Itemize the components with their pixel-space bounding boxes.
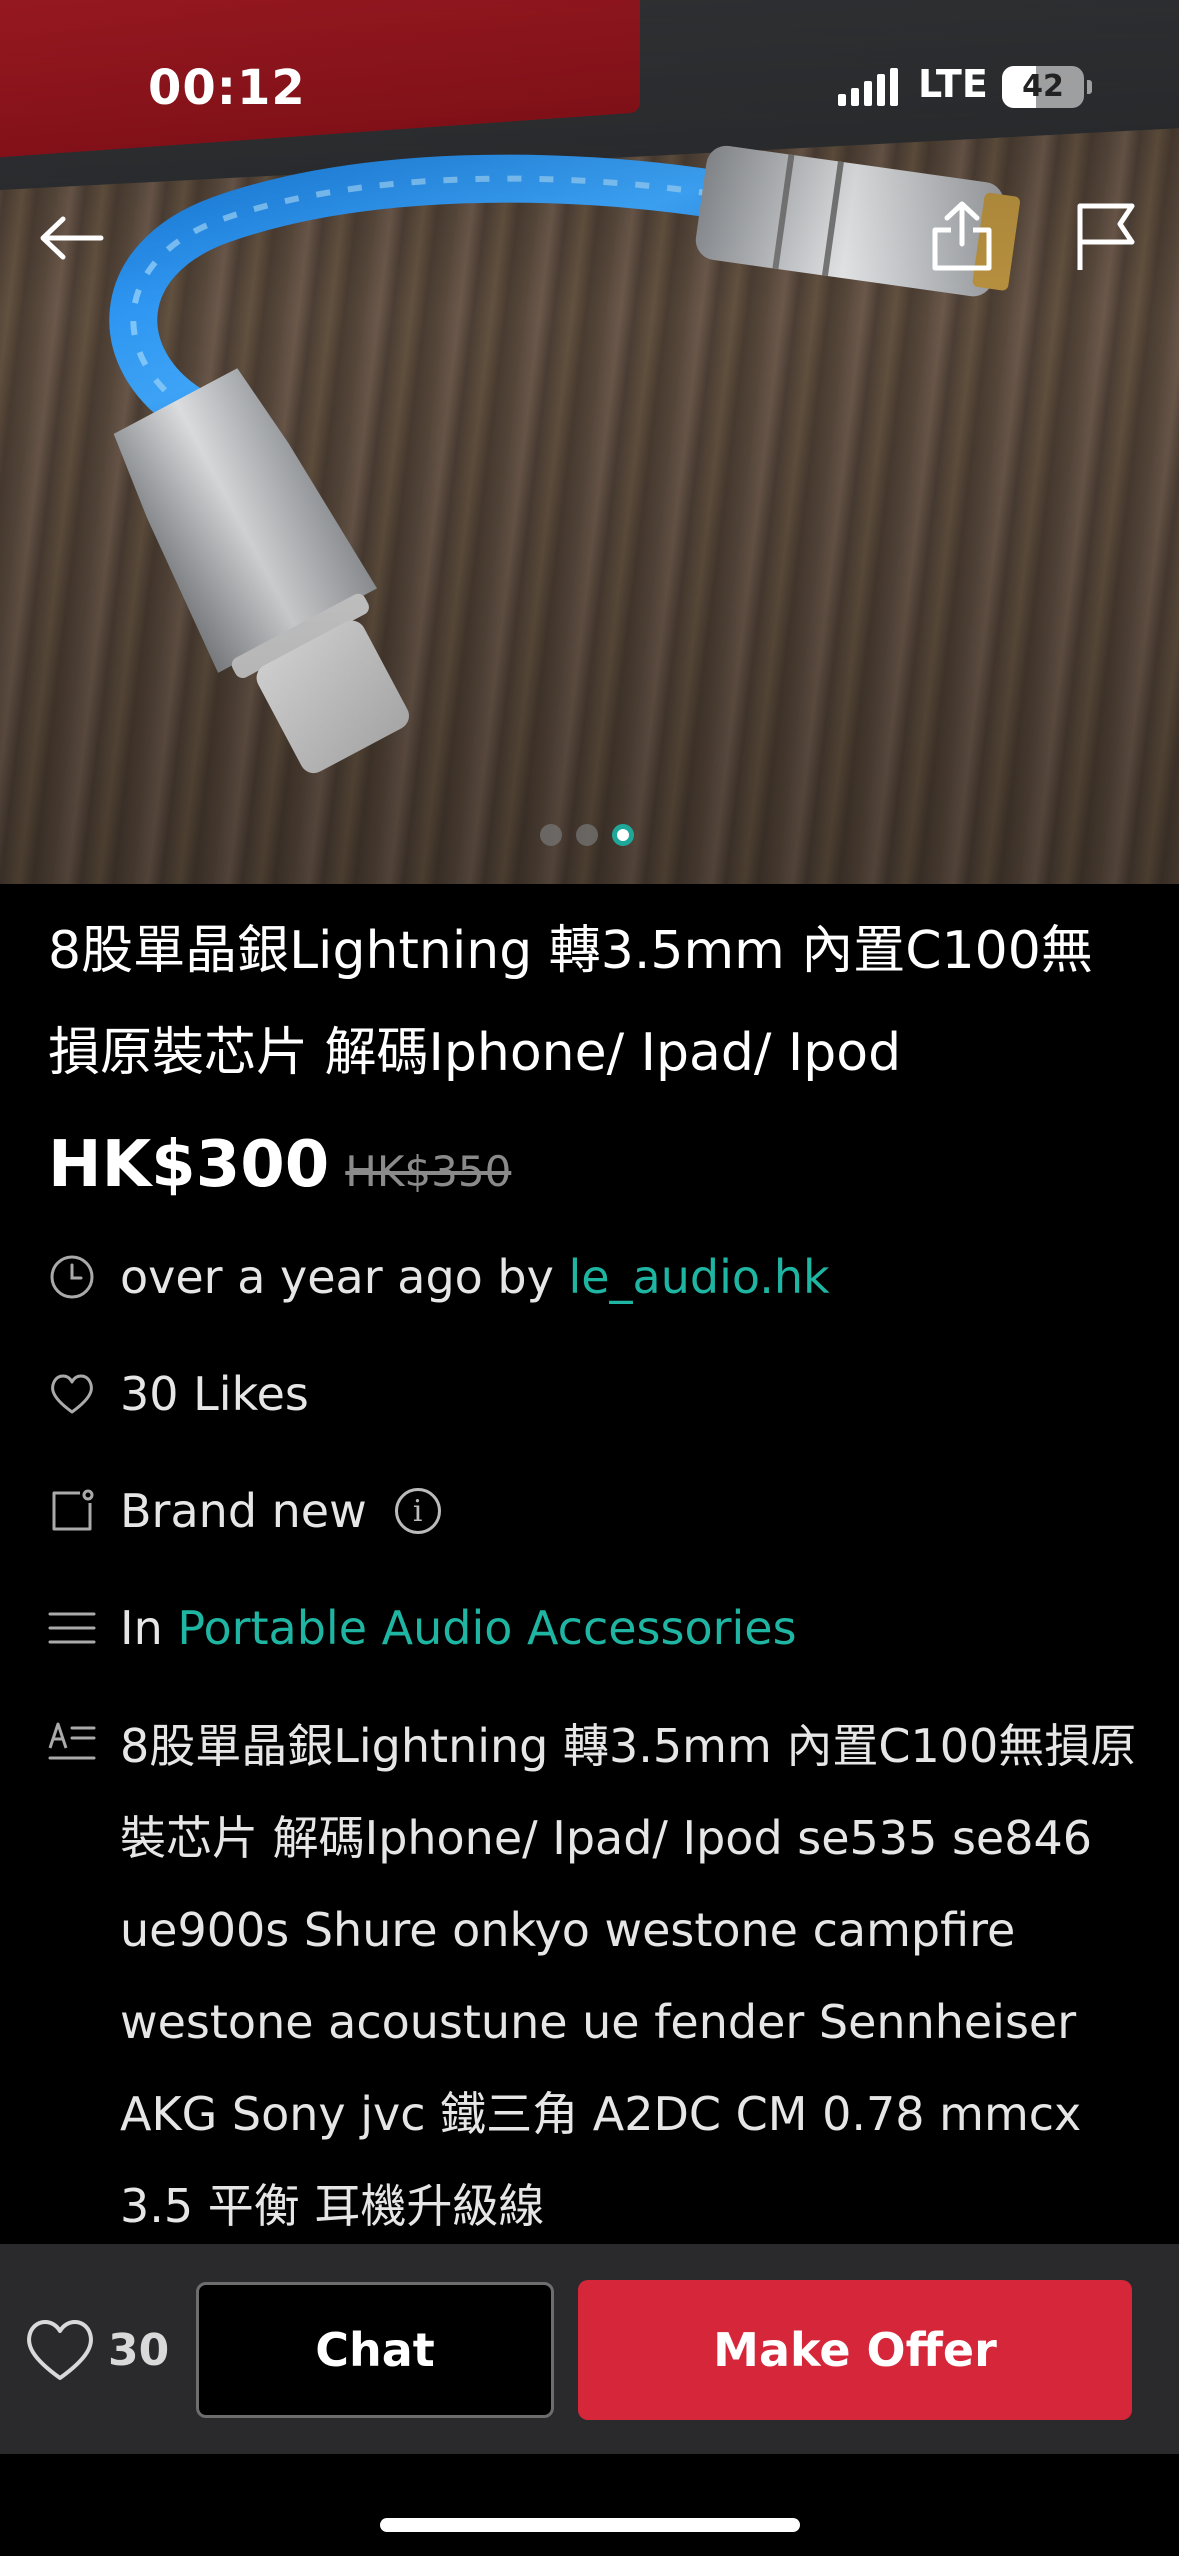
list-icon	[48, 1604, 96, 1652]
status-time: 00:12	[148, 60, 306, 116]
status-bar: 00:12 LTE 42	[0, 0, 1179, 170]
flag-icon	[1077, 203, 1135, 270]
share-icon	[932, 201, 992, 271]
product-image-carousel[interactable]: 00:12 LTE 42	[0, 0, 1179, 884]
battery-icon: 42	[1002, 66, 1092, 108]
chat-button[interactable]: Chat	[196, 2282, 554, 2418]
tag-icon	[48, 1487, 96, 1535]
report-button[interactable]	[1066, 196, 1146, 276]
seller-link[interactable]: le_audio.hk	[568, 1250, 829, 1304]
carousel-indicator	[540, 824, 634, 846]
category-info: In Portable Audio Accessories	[48, 1592, 1148, 1664]
share-button[interactable]	[922, 196, 1002, 276]
likes-info[interactable]: 30 Likes	[48, 1358, 1148, 1430]
listing-description: 8股單晶銀Lightning 轉3.5mm 內置C100無損原裝芯片 解碼Iph…	[120, 1719, 1137, 2233]
like-button[interactable]: 30	[22, 2316, 169, 2384]
listing-price: HK$300	[48, 1128, 330, 1202]
bottom-action-bar: 30 Chat Make Offer	[0, 2244, 1179, 2454]
price-row: HK$300 HK$350	[48, 1128, 511, 1202]
heart-outline-icon	[48, 1370, 96, 1418]
listing-title: 8股單晶銀Lightning 轉3.5mm 內置C100無損原裝芯片 解碼Iph…	[48, 921, 1093, 1083]
likes-count-link[interactable]: 30 Likes	[120, 1367, 309, 1421]
like-count: 30	[108, 2324, 170, 2376]
signal-icon	[838, 68, 898, 106]
category-prefix: In	[120, 1601, 178, 1655]
heart-icon	[27, 2320, 93, 2380]
description-section: 8股單晶銀Lightning 轉3.5mm 內置C100無損原裝芯片 解碼Iph…	[48, 1700, 1158, 2252]
carousel-dot-active[interactable]	[612, 824, 634, 846]
original-price: HK$350	[345, 1147, 512, 1196]
back-button[interactable]	[32, 198, 112, 278]
info-icon[interactable]: i	[394, 1488, 441, 1534]
carousel-dot[interactable]	[576, 824, 598, 846]
category-link[interactable]: Portable Audio Accessories	[177, 1601, 796, 1655]
make-offer-button[interactable]: Make Offer	[578, 2280, 1132, 2420]
network-type: LTE	[918, 62, 988, 106]
text-icon	[48, 1720, 96, 1768]
condition-info: Brand new i	[48, 1475, 1148, 1547]
carousel-dot[interactable]	[540, 824, 562, 846]
posted-time: over a year ago by	[120, 1250, 569, 1304]
arrow-left-icon	[40, 216, 104, 260]
posted-info: over a year ago by le_audio.hk	[48, 1241, 1148, 1313]
home-indicator[interactable]	[380, 2518, 800, 2532]
condition-text: Brand new	[120, 1484, 367, 1538]
battery-percent: 42	[1022, 69, 1064, 104]
clock-icon	[48, 1253, 96, 1301]
